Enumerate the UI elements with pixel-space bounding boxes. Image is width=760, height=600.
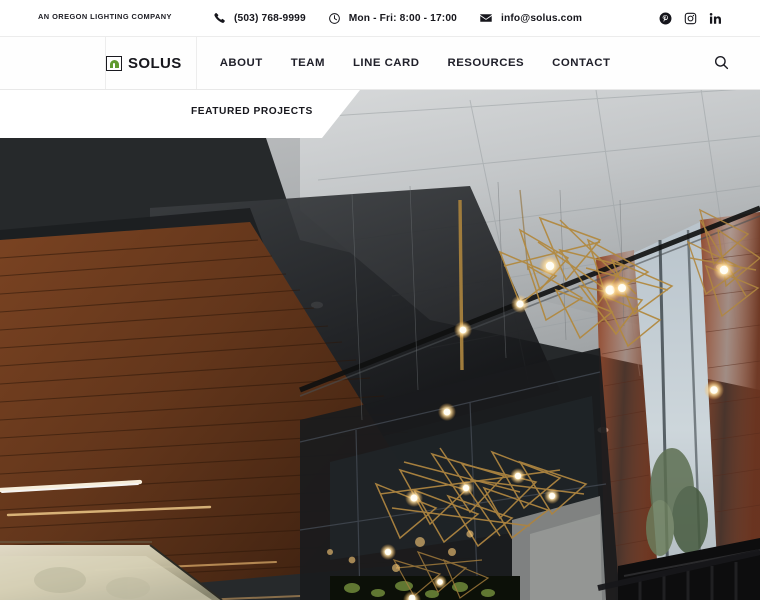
main-navigation-bar: SOLUS ABOUT TEAM LINE CARD RESOURCES CON… — [0, 36, 760, 90]
search-button[interactable] — [713, 37, 730, 91]
contact-hours: Mon - Fri: 8:00 - 17:00 — [328, 12, 457, 25]
phone-number-text: (503) 768-9999 — [234, 12, 306, 24]
hero-image-section — [0, 90, 760, 600]
company-tagline: AN OREGON LIGHTING COMPANY — [38, 12, 172, 21]
linkedin-icon[interactable] — [709, 12, 722, 25]
clock-icon — [328, 12, 341, 25]
search-icon — [713, 54, 730, 74]
primary-nav-links: ABOUT TEAM LINE CARD RESOURCES CONTACT — [220, 37, 611, 89]
top-utility-bar: AN OREGON LIGHTING COMPANY (503) 768-999… — [0, 0, 760, 36]
contact-email[interactable]: info@solus.com — [479, 11, 582, 25]
nav-item-contact[interactable]: CONTACT — [552, 57, 610, 69]
instagram-icon[interactable] — [684, 12, 697, 25]
phone-icon — [213, 12, 226, 25]
nav-item-resources[interactable]: RESOURCES — [447, 57, 524, 69]
featured-project-photo — [0, 90, 760, 600]
contact-phone[interactable]: (503) 768-9999 — [213, 12, 306, 25]
social-links-group — [659, 0, 722, 36]
contact-info-group: (503) 768-9999 Mon - Fri: 8:00 - 17:00 i… — [213, 0, 604, 36]
business-hours-text: Mon - Fri: 8:00 - 17:00 — [348, 12, 457, 24]
email-address-text: info@solus.com — [500, 12, 583, 24]
nav-item-team[interactable]: TEAM — [291, 57, 325, 69]
nav-item-about[interactable]: ABOUT — [220, 57, 263, 69]
site-logo[interactable]: SOLUS — [106, 37, 197, 89]
pinterest-icon[interactable] — [659, 12, 672, 25]
brand-spacer-cell — [0, 37, 106, 89]
page-root: AN OREGON LIGHTING COMPANY (503) 768-999… — [0, 0, 760, 600]
logo-wordmark: SOLUS — [128, 54, 182, 72]
envelope-icon — [479, 11, 493, 25]
nav-item-line-card[interactable]: LINE CARD — [353, 57, 420, 69]
solus-arch-mark-icon — [106, 55, 122, 71]
